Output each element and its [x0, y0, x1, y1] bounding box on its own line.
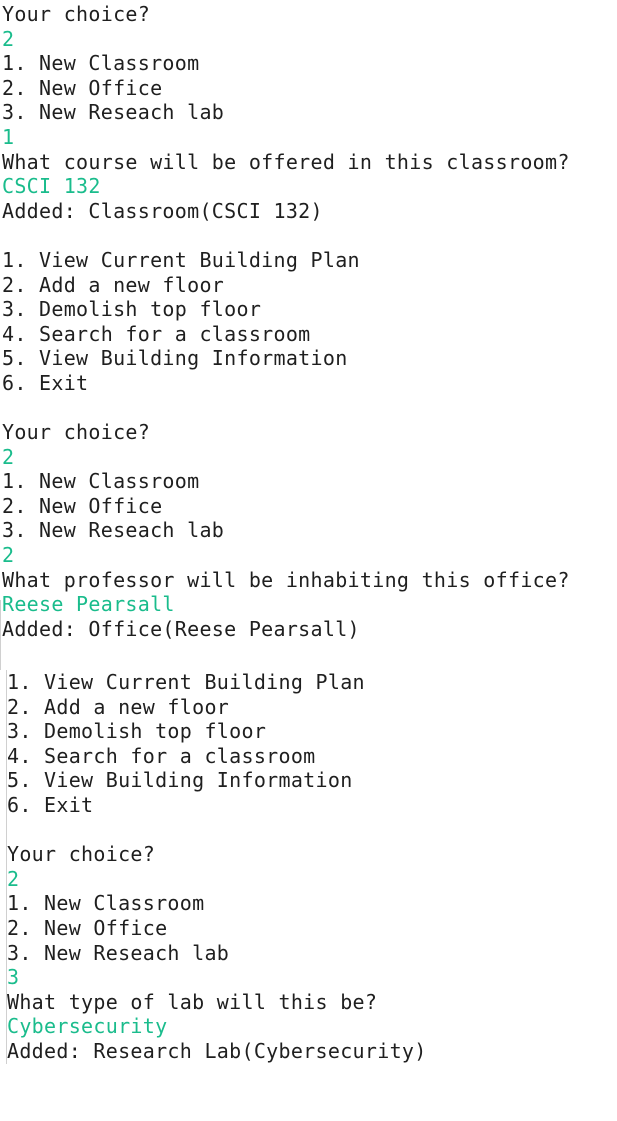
console-input-line: 2 [2, 543, 15, 568]
console-output-line: Your choice? [2, 2, 151, 26]
console-output-line: 2. New Office [2, 75, 163, 100]
console-input-line: 2 [7, 866, 20, 891]
console-input-line: 2 [2, 26, 15, 51]
console-output-line: 5. View Building Information [7, 768, 353, 793]
console-output-line: 1. View Current Building Plan [7, 670, 365, 694]
console-output-line: 1. New Classroom [2, 469, 200, 494]
console-output-line: 1. New Classroom [2, 51, 200, 76]
console-input-line: 2 [2, 444, 15, 469]
console-output-line: Your choice? [2, 420, 151, 445]
console-output-line: What course will be offered in this clas… [2, 149, 570, 174]
console-output-line: 2. New Office [2, 493, 163, 518]
console-output-line: 1. New Classroom [7, 891, 205, 916]
divider [0, 600, 1, 670]
console-output-line: 2. Add a new floor [7, 694, 230, 719]
console-output-line: 3. New Reseach lab [2, 100, 225, 125]
console-input-line: 1 [2, 124, 15, 149]
console-output-line: What type of lab will this be? [7, 989, 378, 1014]
console-output-line: What professor will be inhabiting this o… [2, 567, 570, 592]
console-input-line: 3 [7, 965, 20, 990]
console-output-line: 4. Search for a classroom [7, 743, 316, 768]
console-output-line: Your choice? [7, 842, 156, 867]
console-output-line: 5. View Building Information [2, 346, 348, 371]
console-input-line: Cybersecurity [7, 1014, 168, 1039]
console-output-line: 4. Search for a classroom [2, 321, 311, 346]
console-output-line: 3. Demolish top floor [2, 297, 262, 322]
console-output-line: 2. Add a new floor [2, 272, 225, 297]
console-output-line: 2. New Office [7, 915, 168, 940]
console-output-line: 6. Exit [7, 792, 94, 817]
console-output-line: 6. Exit [2, 370, 89, 395]
console-output-line: Added: Office(Reese Pearsall) [2, 616, 360, 641]
console-output-line: Added: Classroom(CSCI 132) [2, 198, 323, 223]
console-section-1: Your choice? 2 1. New Classroom 2. New Offi… [2, 2, 612, 641]
console-input-line: Reese Pearsall [2, 592, 175, 617]
console-output-line: 3. New Reseach lab [7, 940, 230, 965]
console-output-line: 1. View Current Building Plan [2, 247, 360, 272]
console-output-line: 3. Demolish top floor [7, 719, 267, 744]
console-output-line: 3. New Reseach lab [2, 518, 225, 543]
console-output: Your choice? 2 1. New Classroom 2. New Offi… [0, 0, 617, 1121]
console-output-line: Added: Research Lab(Cybersecurity) [7, 1038, 427, 1063]
console-input-line: CSCI 132 [2, 174, 101, 199]
console-section-2: 1. View Current Building Plan 2. Add a ne… [6, 670, 617, 1064]
